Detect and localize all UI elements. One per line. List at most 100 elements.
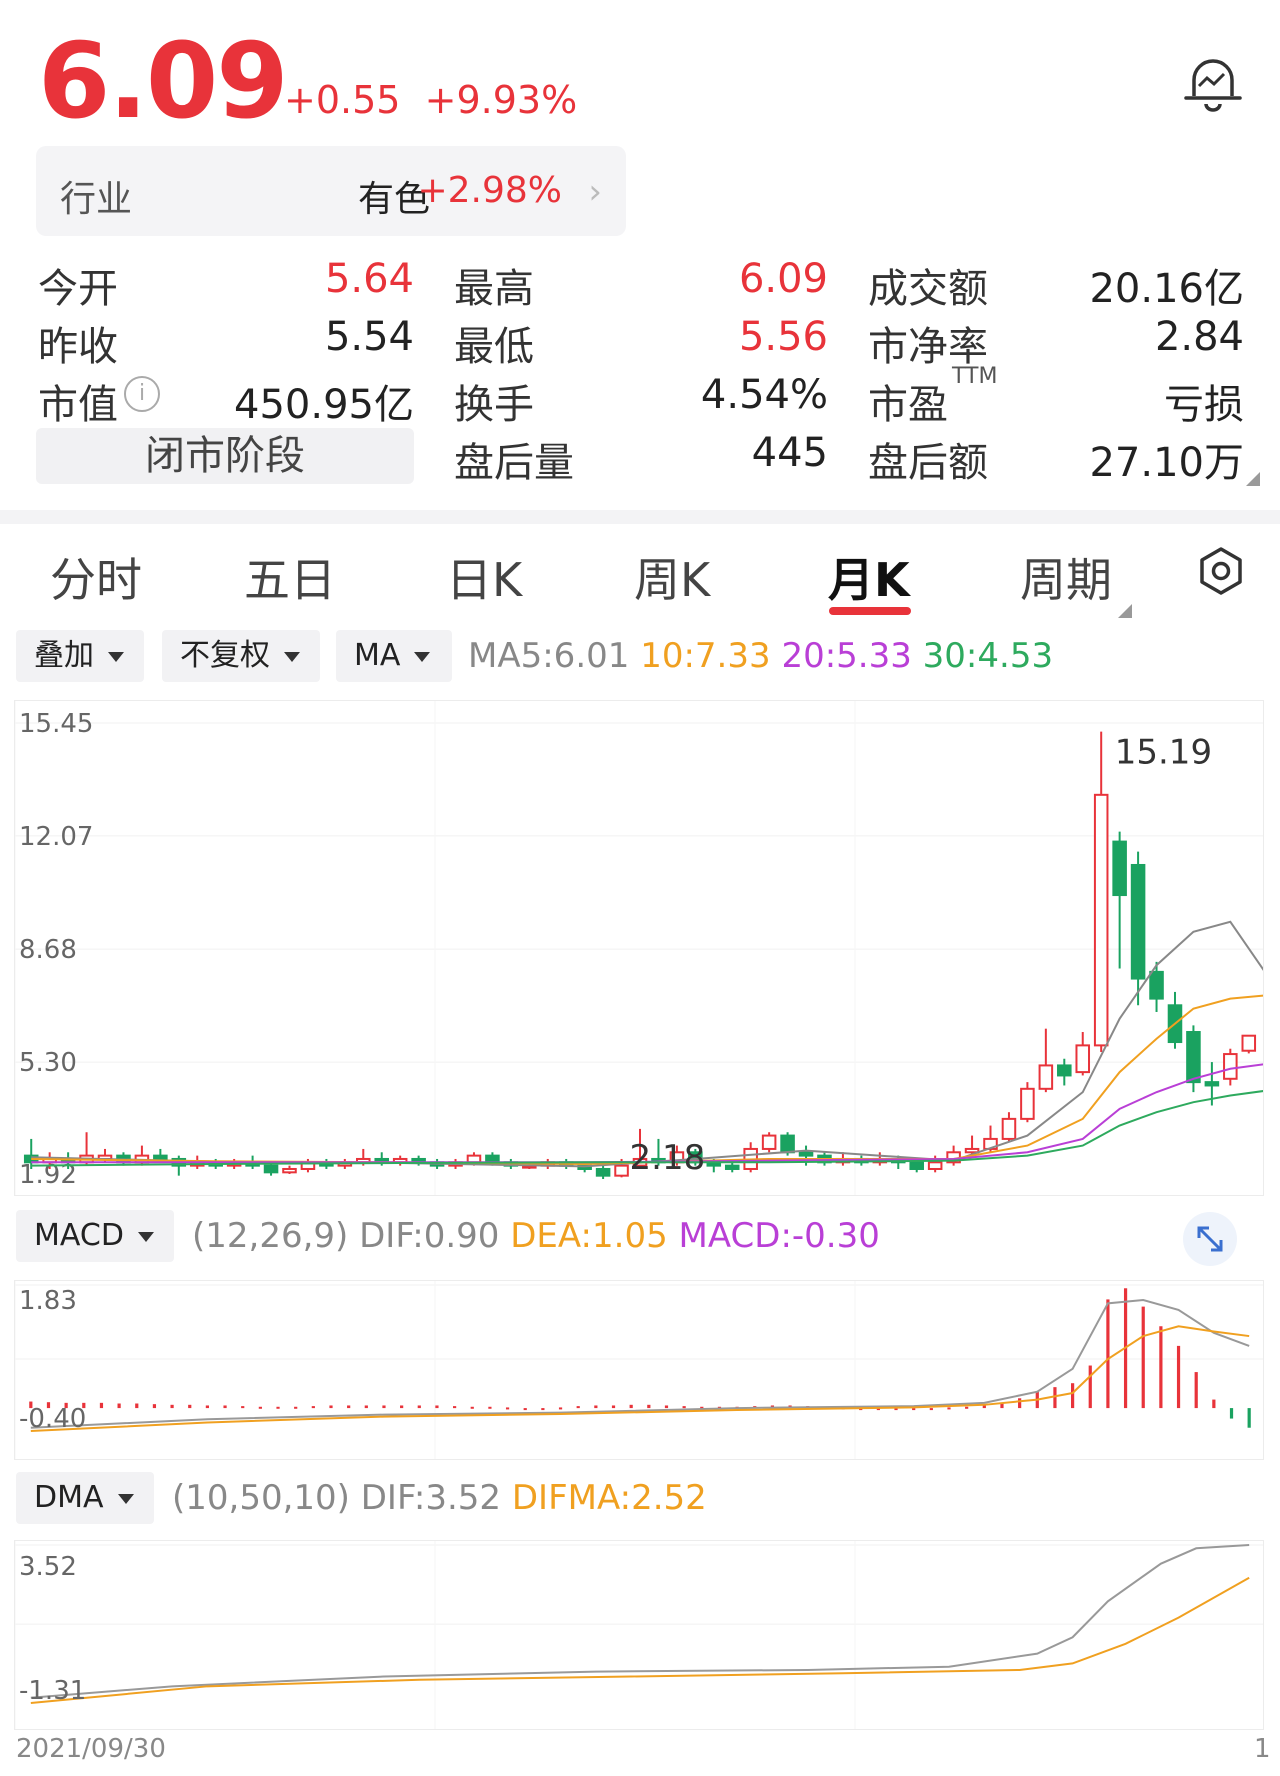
macd-histogram-bar — [541, 1408, 545, 1411]
indicator-dropdown[interactable]: MA — [336, 630, 452, 682]
macd-histogram-bar — [382, 1405, 386, 1409]
tab-0[interactable]: 分时 — [50, 544, 142, 610]
macd-histogram-bar — [1088, 1365, 1092, 1409]
stat-value: 20.16亿 — [1089, 266, 1244, 312]
macd-histogram-bar — [647, 1404, 651, 1409]
dma-dropdown[interactable]: DMA — [16, 1472, 154, 1524]
macd-dea: DEA:1.05 — [510, 1216, 668, 1256]
candle-body — [595, 1167, 611, 1177]
dma-chart[interactable]: 3.52 -1.31 — [14, 1540, 1264, 1730]
macd-histogram-bar — [523, 1408, 527, 1411]
dropdown-arrow-icon — [284, 651, 300, 662]
market-status: 闭市阶段 — [36, 428, 414, 484]
candle — [282, 1165, 297, 1174]
macd-histogram-bar — [1247, 1408, 1251, 1428]
macd-histogram-bar — [611, 1405, 616, 1409]
macd-histogram-bar — [629, 1404, 633, 1409]
macd-histogram-bar — [1018, 1398, 1022, 1409]
candle — [724, 1162, 740, 1173]
candle-body — [1223, 1053, 1238, 1080]
macd-histogram-bar — [682, 1406, 686, 1409]
macd-histogram-bar — [294, 1406, 298, 1409]
overlay-dropdown[interactable]: 叠加 — [16, 630, 144, 682]
stat-value: 5.64 — [324, 256, 414, 302]
candle-body — [485, 1154, 500, 1164]
stat-value: 2.84 — [1154, 314, 1244, 360]
candle-body — [1075, 1044, 1091, 1074]
macd-histogram-bar — [347, 1405, 351, 1409]
macd-histogram-bar — [1176, 1345, 1181, 1409]
expand-arrows-icon[interactable] — [1183, 1212, 1237, 1266]
dma-label: DMA — [34, 1480, 104, 1515]
macd-histogram-bar — [947, 1407, 951, 1410]
industry-label: 行业 — [60, 179, 133, 220]
start-date: 2021/09/30 — [16, 1734, 166, 1764]
candlestick-chart[interactable]: 15.4512.078.685.301.9215.192.18 — [14, 700, 1264, 1196]
candle — [392, 1155, 408, 1166]
tab-2[interactable]: 日K — [446, 544, 522, 610]
dma-params: (10,50,10) — [172, 1478, 350, 1518]
macd-histogram-bar — [329, 1405, 333, 1409]
candle — [1057, 1058, 1072, 1086]
period-dropdown-triangle-icon[interactable] — [1118, 604, 1132, 618]
macd-histogram-bar — [965, 1406, 969, 1409]
stat-value: 450.95亿 — [234, 382, 414, 428]
more-stats-triangle-icon[interactable] — [1246, 472, 1260, 486]
candle-body — [724, 1164, 740, 1170]
macd-dropdown[interactable]: MACD — [16, 1210, 174, 1262]
macd-histogram-bar — [188, 1404, 192, 1409]
candle — [1075, 1032, 1091, 1076]
macd-dif-line — [30, 1299, 1250, 1429]
macd-legend: (12,26,9) DIF:0.90 DEA:1.05 MACD:-0.30 — [192, 1216, 880, 1256]
macd-histogram-bar — [1106, 1299, 1110, 1409]
industry-change: +2.98% — [417, 170, 562, 211]
tab-3[interactable]: 周K — [634, 544, 710, 610]
candle — [595, 1165, 611, 1180]
end-date: 1 — [1254, 1734, 1271, 1764]
ma-legend: MA5:6.01 10:7.33 20:5.33 30:4.53 — [468, 636, 1053, 676]
macd-histogram-bar — [364, 1405, 368, 1409]
macd-histogram-bar — [558, 1407, 563, 1410]
macd-chart[interactable]: 1.83 -0.40 — [14, 1280, 1264, 1460]
industry-row[interactable]: 行业 有色 +2.98% › — [36, 146, 626, 236]
last-price: 6.09 — [38, 20, 289, 142]
macd-histogram-bar — [99, 1402, 104, 1409]
macd-histogram-bar — [664, 1405, 669, 1409]
stat-label: 市值 — [38, 382, 118, 428]
macd-histogram-bar — [1194, 1372, 1198, 1409]
max-price-label: 15.19 — [1115, 733, 1212, 773]
overlay-label: 叠加 — [34, 638, 94, 673]
candle — [1112, 831, 1127, 969]
macd-histogram-bar — [205, 1405, 209, 1409]
stat-label: 盘后额 — [868, 440, 988, 486]
candle-body — [1241, 1034, 1257, 1052]
candle-body — [1130, 863, 1146, 980]
dropdown-arrow-icon — [137, 1231, 154, 1242]
stat-label: 最低 — [454, 324, 534, 370]
ma5-value: MA5:6.01 — [468, 636, 630, 676]
stat-value: 445 — [751, 430, 828, 476]
adjust-dropdown[interactable]: 不复权 — [162, 630, 320, 682]
candle-body — [614, 1164, 629, 1177]
candle-body — [1112, 840, 1127, 897]
chart-settings-icon[interactable] — [1196, 546, 1246, 596]
macd-histogram-bar — [276, 1406, 280, 1409]
stat-label: 换手 — [454, 382, 534, 428]
change-percent: +9.93% — [424, 78, 578, 122]
y-axis-label: -1.31 — [19, 1676, 86, 1706]
stat-value: 6.09 — [738, 256, 828, 302]
ma20-value: 20:5.33 — [781, 636, 912, 676]
macd-histogram-bar — [117, 1403, 121, 1409]
candle-body — [153, 1154, 168, 1160]
ma10-value: 10:7.33 — [640, 636, 771, 676]
ma30-value: 30:4.53 — [922, 636, 1054, 676]
tab-5[interactable]: 周期 — [1020, 544, 1112, 610]
tab-1[interactable]: 五日 — [244, 544, 336, 610]
ma-line-MA5 — [31, 920, 1263, 1168]
tab-4[interactable]: 月K — [828, 544, 910, 610]
dma-dif: DIF:3.52 — [360, 1478, 502, 1518]
adjust-label: 不复权 — [180, 638, 270, 673]
price-alert-bell-icon[interactable] — [1180, 52, 1246, 118]
stat-label: 昨收 — [38, 324, 118, 370]
candle-body — [780, 1134, 795, 1154]
